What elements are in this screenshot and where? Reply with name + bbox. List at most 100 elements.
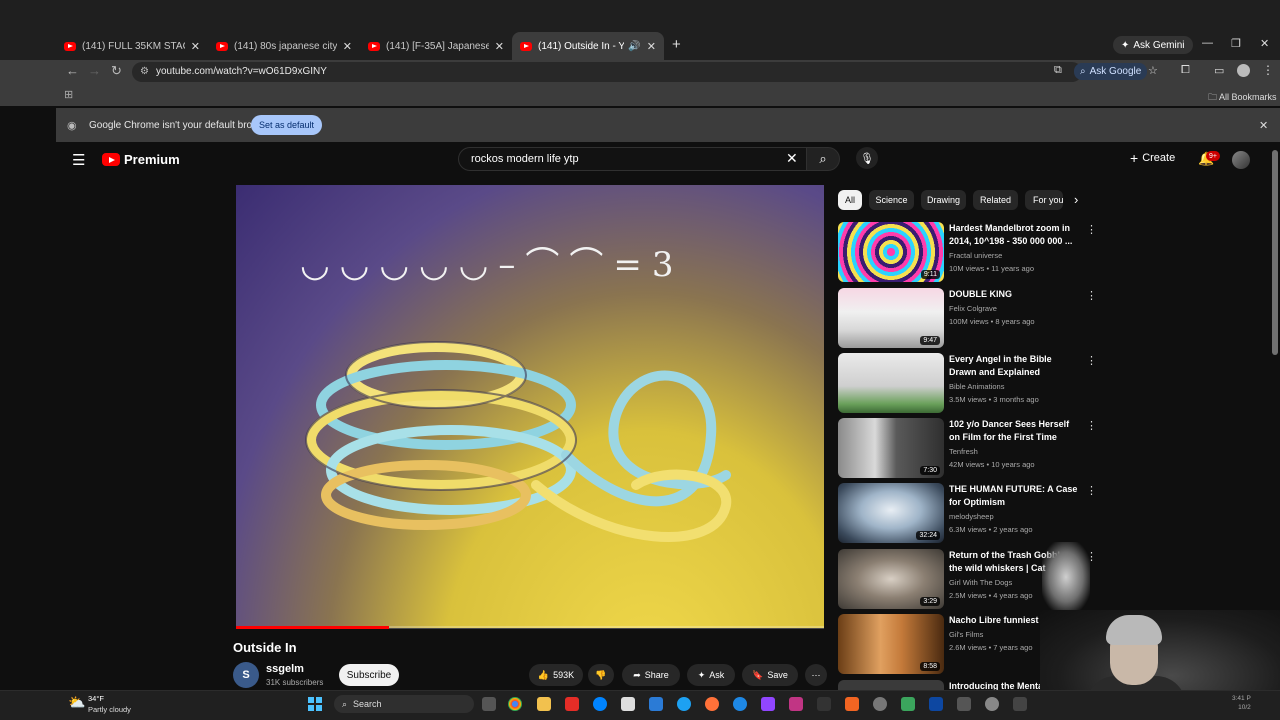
messenger-icon[interactable] bbox=[593, 697, 607, 711]
set-default-button[interactable]: Set as default bbox=[251, 115, 322, 135]
youtube-logo[interactable]: Premium bbox=[102, 152, 180, 167]
apps-grid-icon[interactable]: ⊞ bbox=[64, 88, 73, 101]
save-button[interactable]: 🔖 Save bbox=[742, 664, 798, 686]
recommendation-channel[interactable]: Girl With The Dogs bbox=[949, 578, 1012, 587]
overflow-app-icon[interactable] bbox=[1013, 697, 1027, 711]
share-button[interactable]: ➦ Share bbox=[622, 664, 680, 686]
twitch-icon[interactable] bbox=[761, 697, 775, 711]
media-app-icon[interactable] bbox=[789, 697, 803, 711]
recommendation-item[interactable]: 7:30 102 y/o Dancer Sees Herself on Film… bbox=[838, 418, 1097, 478]
browser-tab[interactable]: (141) [F-35A] Japanese Military ✕ bbox=[360, 32, 512, 60]
restore-icon[interactable]: ❐ bbox=[1231, 37, 1241, 50]
store-icon[interactable] bbox=[621, 697, 635, 711]
clear-search-icon[interactable]: ✕ bbox=[786, 150, 798, 167]
video-thumbnail[interactable]: 9:47 bbox=[838, 288, 944, 348]
recommendation-item[interactable]: 32:24 THE HUMAN FUTURE: A Case for Optim… bbox=[838, 483, 1097, 543]
recommendation-channel[interactable]: Bible Animations bbox=[949, 382, 1004, 391]
site-info-icon[interactable]: ⚙ bbox=[140, 66, 149, 77]
hamburger-menu-icon[interactable]: ☰ bbox=[72, 151, 85, 169]
firefox-icon[interactable] bbox=[705, 697, 719, 711]
task-view-icon[interactable] bbox=[482, 697, 496, 711]
chevron-right-icon[interactable]: › bbox=[1074, 192, 1078, 207]
photoshop-icon[interactable] bbox=[929, 697, 943, 711]
weather-temperature[interactable]: 34°F bbox=[88, 694, 104, 703]
tool-app-icon[interactable] bbox=[957, 697, 971, 711]
app-icon[interactable] bbox=[649, 697, 663, 711]
more-vert-icon[interactable]: ⋮ bbox=[1086, 354, 1097, 367]
recommendation-title[interactable]: Every Angel in the Bible Drawn and Expla… bbox=[949, 353, 1081, 379]
chip-for-you[interactable]: For you bbox=[1025, 190, 1063, 210]
windows-start-icon[interactable] bbox=[308, 697, 322, 711]
profile-avatar[interactable] bbox=[1237, 64, 1250, 77]
close-tab-icon[interactable]: ✕ bbox=[647, 40, 656, 53]
browser-tab[interactable]: (141) 80s japanese city pop pla ✕ bbox=[208, 32, 360, 60]
ask-gemini-button[interactable]: ✦ Ask Gemini bbox=[1113, 36, 1193, 54]
misc-app-icon[interactable] bbox=[985, 697, 999, 711]
browser-tab[interactable]: (141) FULL 35KM STAGE - SS21 ✕ bbox=[56, 32, 208, 60]
video-thumbnail[interactable]: 3:29 bbox=[838, 549, 944, 609]
page-scrollbar[interactable] bbox=[1272, 150, 1278, 355]
microphone-icon[interactable]: 🎙 bbox=[856, 147, 878, 169]
brave-icon[interactable] bbox=[845, 697, 859, 711]
forward-icon[interactable]: → bbox=[88, 63, 101, 78]
browser-app-icon[interactable] bbox=[733, 697, 747, 711]
chrome-taskbar-icon[interactable] bbox=[508, 697, 522, 711]
chip-all[interactable]: All bbox=[838, 190, 862, 210]
recommendation-item[interactable]: 9:11 Hardest Mandelbrot zoom in 2014, 10… bbox=[838, 222, 1097, 282]
video-player[interactable]: ◡◡◡◡◡–⌒⌒=3 bbox=[236, 185, 824, 628]
reload-icon[interactable]: ↻ bbox=[111, 63, 122, 79]
video-thumbnail[interactable]: 9:11 bbox=[838, 222, 944, 282]
video-thumbnail[interactable] bbox=[838, 353, 944, 413]
weather-description[interactable]: Partly cloudy bbox=[88, 705, 131, 714]
browser-tab-active[interactable]: (141) Outside In - YouTube 🔊 ✕ bbox=[512, 32, 664, 60]
install-app-icon[interactable]: ⧉ bbox=[1054, 64, 1062, 77]
terminal-icon[interactable] bbox=[817, 697, 831, 711]
url-text[interactable]: youtube.com/watch?v=wO61D9xGINY bbox=[156, 66, 327, 77]
recommendation-channel[interactable]: melodysheep bbox=[949, 512, 994, 521]
recommendation-title[interactable]: DOUBLE KING bbox=[949, 288, 1081, 301]
close-tab-icon[interactable]: ✕ bbox=[343, 40, 352, 53]
recommendation-channel[interactable]: Tenfresh bbox=[949, 447, 978, 456]
close-infobar-icon[interactable]: ✕ bbox=[1259, 119, 1268, 132]
search-query[interactable]: rockos modern life ytp bbox=[471, 153, 579, 165]
taskbar-search[interactable]: ⌕ Search bbox=[334, 695, 474, 713]
chrome-menu-icon[interactable]: ⋮ bbox=[1262, 63, 1274, 77]
ask-google-button[interactable]: ⌕ Ask Google bbox=[1074, 63, 1148, 80]
system-tray-clock[interactable]: 3:41 P 10/2 bbox=[1232, 694, 1251, 712]
video-thumbnail[interactable]: 32:24 bbox=[838, 483, 944, 543]
all-bookmarks-button[interactable]: 🗀 All Bookmarks bbox=[1208, 90, 1277, 106]
recommendation-item[interactable]: Every Angel in the Bible Drawn and Expla… bbox=[838, 353, 1097, 413]
more-vert-icon[interactable]: ⋮ bbox=[1086, 419, 1097, 432]
chip-science[interactable]: Science bbox=[869, 190, 914, 210]
more-vert-icon[interactable]: ⋮ bbox=[1086, 484, 1097, 497]
back-icon[interactable]: ← bbox=[66, 63, 79, 78]
chip-related[interactable]: Related bbox=[973, 190, 1018, 210]
recommendation-title[interactable]: Hardest Mandelbrot zoom in 2014, 10^198 … bbox=[949, 222, 1081, 248]
recommendation-channel[interactable]: Gil's Films bbox=[949, 630, 983, 639]
account-avatar[interactable] bbox=[1232, 151, 1250, 169]
video-thumbnail[interactable] bbox=[838, 680, 944, 690]
more-vert-icon[interactable]: ⋮ bbox=[1086, 223, 1097, 236]
recommendation-channel[interactable]: Felix Colgrave bbox=[949, 304, 997, 313]
channel-avatar[interactable]: S bbox=[233, 662, 259, 688]
cast-icon[interactable]: ▭ bbox=[1214, 64, 1224, 77]
extensions-icon[interactable]: ⧠ bbox=[1181, 64, 1190, 77]
edge-icon[interactable] bbox=[677, 697, 691, 711]
file-explorer-icon[interactable] bbox=[537, 697, 551, 711]
subscribe-button[interactable]: Subscribe bbox=[339, 664, 399, 686]
ask-button[interactable]: ✦ Ask bbox=[687, 664, 735, 686]
more-actions-button[interactable]: ⋯ bbox=[805, 664, 827, 686]
close-tab-icon[interactable]: ✕ bbox=[191, 40, 200, 53]
weather-icon[interactable]: ⛅ bbox=[68, 694, 85, 711]
chip-drawing[interactable]: Drawing bbox=[921, 190, 966, 210]
recommendation-channel[interactable]: Fractal universe bbox=[949, 251, 1002, 260]
recommendation-title[interactable]: 102 y/o Dancer Sees Herself on Film for … bbox=[949, 418, 1081, 444]
more-vert-icon[interactable]: ⋮ bbox=[1086, 289, 1097, 302]
youtube-taskbar-icon[interactable] bbox=[565, 697, 579, 711]
close-tab-icon[interactable]: ✕ bbox=[495, 40, 504, 53]
new-tab-icon[interactable]: + bbox=[672, 36, 681, 53]
recommendation-title[interactable]: THE HUMAN FUTURE: A Case for Optimism bbox=[949, 483, 1081, 509]
search-button[interactable]: ⌕ bbox=[806, 147, 840, 171]
video-thumbnail[interactable]: 8:58 bbox=[838, 614, 944, 674]
minimize-icon[interactable]: — bbox=[1202, 37, 1213, 49]
